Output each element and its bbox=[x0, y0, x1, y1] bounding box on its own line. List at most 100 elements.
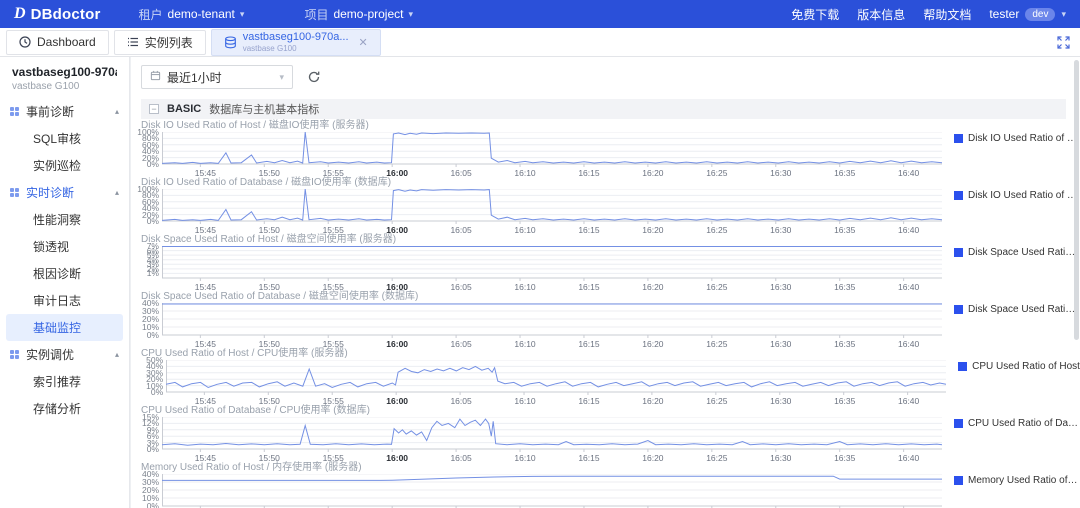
sidebar: vastbaseg100-970a... vastbase G100 事前诊断 ▴… bbox=[0, 57, 130, 508]
legend-item[interactable]: Disk Space Used Ratio of Database bbox=[954, 303, 1080, 315]
tenant-selector[interactable]: 租户 demo-tenant ▾ bbox=[139, 6, 245, 23]
grid-icon bbox=[10, 350, 19, 359]
y-tick-label: 20% bbox=[141, 314, 159, 324]
y-axis-labels: 0% 20% 40% 60% 80% 100% bbox=[137, 128, 162, 169]
link-help-docs[interactable]: 帮助文档 bbox=[923, 6, 971, 23]
project-selector[interactable]: 项目 demo-project ▾ bbox=[304, 6, 413, 23]
close-icon[interactable]: ✕ bbox=[359, 36, 368, 49]
chart-canvas[interactable] bbox=[162, 417, 942, 453]
sidebar-item-8[interactable]: 基础监控 bbox=[6, 314, 123, 341]
fullscreen-icon[interactable] bbox=[1057, 36, 1070, 52]
scrollbar-thumb[interactable] bbox=[1074, 60, 1079, 340]
chevron-down-icon: ▾ bbox=[239, 8, 245, 19]
username: tester bbox=[989, 7, 1020, 21]
sidebar-item-3[interactable]: 实时诊断 ▴ bbox=[0, 179, 129, 206]
x-axis-labels: 15:45 15:50 15:55 16:00 16:05 16:10 16:15 16:20… bbox=[167, 282, 947, 292]
link-free-download[interactable]: 免费下载 bbox=[791, 6, 839, 23]
legend-item[interactable]: Disk IO Used Ratio of Database bbox=[954, 189, 1080, 201]
tab-bar: Dashboard 实例列表 vastbaseg100-970a... vast… bbox=[0, 28, 1080, 57]
chart-canvas[interactable] bbox=[162, 303, 942, 339]
legend-label: Disk Space Used Ratio of Host bbox=[968, 247, 1080, 258]
chart-canvas[interactable] bbox=[162, 189, 942, 225]
legend-item[interactable]: CPU Used Ratio of Database bbox=[954, 417, 1080, 429]
sidebar-item-10[interactable]: 索引推荐 bbox=[0, 368, 129, 395]
sidebar-item-11[interactable]: 存储分析 bbox=[0, 395, 129, 422]
x-axis-labels: 15:45 15:50 15:55 16:00 16:05 16:10 16:15 16:20… bbox=[167, 339, 947, 349]
tab-label: Dashboard bbox=[37, 35, 96, 49]
legend-swatch bbox=[954, 248, 963, 257]
app-logo[interactable]: D DBdoctor bbox=[14, 5, 101, 23]
x-axis-labels: 15:45 15:50 15:55 16:00 16:05 16:10 16:15 16:20… bbox=[167, 453, 947, 463]
chevron-down-icon: ▾ bbox=[408, 8, 414, 19]
sidebar-item-label: 实例巡检 bbox=[33, 159, 82, 173]
legend-label: CPU Used Ratio of Database bbox=[968, 418, 1080, 429]
charts-area: Disk IO Used Ratio of Host / 磁盘IO使用率 (服务… bbox=[131, 119, 1080, 508]
tab-instance-list[interactable]: 实例列表 bbox=[113, 29, 206, 55]
tab-instance-detail[interactable]: vastbaseg100-970a... vastbase G100 ✕ bbox=[210, 28, 381, 56]
legend-item[interactable]: Memory Used Ratio of Host bbox=[954, 474, 1080, 486]
collapse-icon[interactable]: − bbox=[149, 104, 159, 114]
sidebar-item-9[interactable]: 实例调优 ▴ bbox=[0, 341, 129, 368]
chart-title: Disk Space Used Ratio of Database / 磁盘空间… bbox=[141, 291, 419, 302]
chart-title: Disk IO Used Ratio of Host / 磁盘IO使用率 (服务… bbox=[141, 120, 369, 131]
list-icon bbox=[127, 36, 139, 48]
tab-dashboard[interactable]: Dashboard bbox=[6, 29, 109, 55]
project-value: demo-project bbox=[333, 7, 404, 21]
y-tick-label: 30% bbox=[141, 306, 159, 316]
chart-row-3: Disk Space Used Ratio of Database / 磁盘空间… bbox=[141, 290, 1080, 349]
sidebar-item-6[interactable]: 根因诊断 bbox=[0, 260, 129, 287]
y-tick-label: 7% bbox=[146, 241, 159, 251]
tenant-value: demo-tenant bbox=[167, 7, 235, 21]
instance-name: vastbaseg100-970a... bbox=[12, 65, 117, 79]
y-tick-label: 40% bbox=[141, 298, 159, 308]
tab-label: 实例列表 bbox=[144, 35, 193, 50]
dashboard-clock-icon bbox=[19, 36, 31, 48]
sidebar-item-2[interactable]: 实例巡检 bbox=[0, 152, 129, 179]
project-label: 项目 bbox=[304, 7, 329, 22]
x-axis-labels: 15:45 15:50 15:55 16:00 16:05 16:10 16:15 16:20… bbox=[167, 168, 947, 178]
chart-canvas[interactable] bbox=[162, 474, 942, 508]
y-axis-labels: 0% 10% 20% 30% 40% bbox=[141, 299, 162, 340]
logo-text: DBdoctor bbox=[30, 5, 101, 23]
sidebar-item-5[interactable]: 锁透视 bbox=[0, 233, 129, 260]
sidebar-item-label: 事前诊断 bbox=[26, 105, 75, 119]
sidebar-item-label: SQL审核 bbox=[33, 132, 82, 146]
y-tick-label: 30% bbox=[141, 477, 159, 487]
refresh-icon[interactable] bbox=[307, 70, 321, 84]
chart-canvas[interactable] bbox=[162, 246, 942, 282]
time-range-value: 最近1小时 bbox=[167, 70, 222, 85]
chart-row-5: CPU Used Ratio of Database / CPU使用率 (数据库… bbox=[141, 404, 1080, 463]
y-tick-label: 15% bbox=[141, 412, 159, 422]
sidebar-item-0[interactable]: 事前诊断 ▴ bbox=[0, 98, 129, 125]
x-axis-labels: 15:45 15:50 15:55 16:00 16:05 16:10 16:15 16:20… bbox=[167, 225, 947, 235]
sidebar-item-label: 实时诊断 bbox=[26, 186, 75, 200]
tab-sublabel: vastbase G100 bbox=[242, 43, 297, 53]
chart-row-0: Disk IO Used Ratio of Host / 磁盘IO使用率 (服务… bbox=[137, 119, 1080, 178]
sidebar-item-1[interactable]: SQL审核 bbox=[0, 125, 129, 152]
chevron-down-icon: ▾ bbox=[1061, 8, 1066, 19]
legend-label: Disk Space Used Ratio of Database bbox=[968, 304, 1080, 315]
chevron-up-icon: ▴ bbox=[114, 350, 119, 359]
y-tick-label: 40% bbox=[141, 469, 159, 479]
user-menu[interactable]: tester dev ▾ bbox=[989, 7, 1066, 21]
sidebar-item-label: 锁透视 bbox=[33, 240, 70, 254]
x-axis-labels: 15:45 15:50 15:55 16:00 16:05 16:10 16:15 16:20… bbox=[167, 396, 947, 406]
y-tick-label: 50% bbox=[146, 355, 164, 365]
legend-item[interactable]: Disk Space Used Ratio of Host bbox=[954, 246, 1080, 258]
legend-item[interactable]: Disk IO Used Ratio of Host bbox=[954, 132, 1080, 144]
legend-swatch bbox=[954, 419, 963, 428]
legend-swatch bbox=[954, 305, 963, 314]
link-version-info[interactable]: 版本信息 bbox=[857, 6, 905, 23]
y-tick-label: 0% bbox=[146, 330, 159, 340]
sidebar-item-4[interactable]: 性能洞察 bbox=[0, 206, 129, 233]
legend-item[interactable]: CPU Used Ratio of Host bbox=[958, 360, 1080, 372]
chart-title: CPU Used Ratio of Database / CPU使用率 (数据库… bbox=[141, 405, 370, 416]
time-range-select[interactable]: 最近1小时 ▾ bbox=[141, 65, 293, 89]
y-tick-label: 20% bbox=[141, 485, 159, 495]
sidebar-item-7[interactable]: 审计日志 bbox=[0, 287, 129, 314]
chart-canvas[interactable] bbox=[166, 360, 947, 396]
grid-icon bbox=[10, 107, 19, 116]
section-header-basic[interactable]: − BASIC 数据库与主机基本指标 bbox=[141, 99, 1066, 119]
tab-label: vastbaseg100-970a... bbox=[242, 30, 349, 43]
chart-canvas[interactable] bbox=[162, 132, 942, 168]
